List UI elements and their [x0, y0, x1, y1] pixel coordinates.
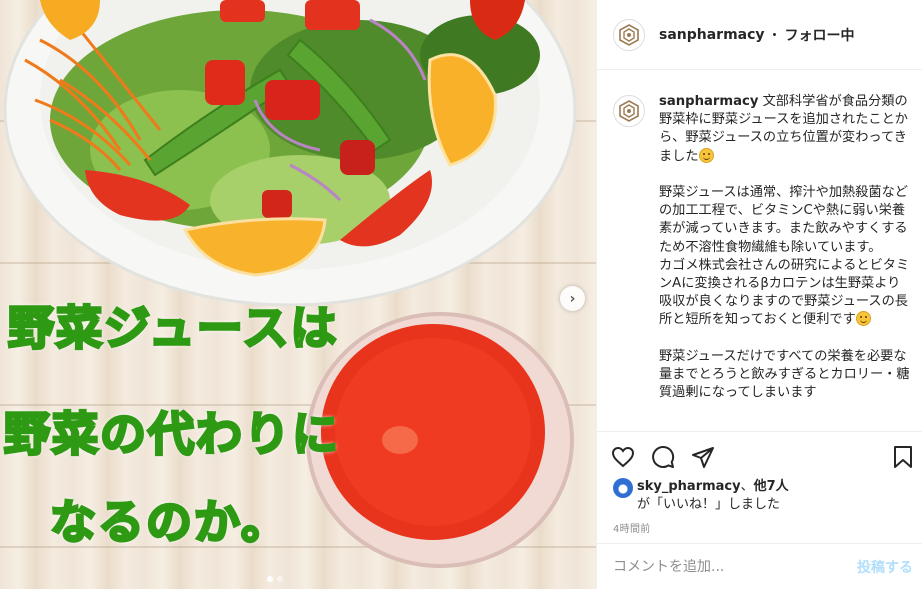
post-image[interactable]: 野菜ジュースは 野菜の代わりに なるのか。 ›: [0, 0, 596, 589]
action-bar: [597, 431, 922, 481]
comment-bar: 投稿する: [597, 543, 922, 589]
smiley-emoji-icon: [698, 147, 714, 163]
post-header: sanpharmacy ・ フォロー中: [597, 0, 922, 70]
overlay-text-line: 野菜ジュースは: [6, 300, 339, 357]
likes-suffix: が「いいね！」しました: [637, 497, 781, 512]
heart-icon[interactable]: [611, 445, 635, 469]
logo-icon: [619, 100, 639, 122]
header-separator: ・: [767, 27, 782, 44]
comment-icon[interactable]: [651, 445, 675, 469]
post-sidebar: sanpharmacy ・ フォロー中 sanpharmacy 文部科学省が食品…: [596, 0, 922, 589]
overlay-text-line: 野菜の代わりに: [3, 406, 340, 463]
comment-input[interactable]: [613, 558, 857, 575]
share-icon[interactable]: [691, 445, 715, 469]
post-timestamp[interactable]: 4時間前: [613, 520, 651, 535]
likes-line: sky_pharmacy、他7人: [637, 478, 913, 496]
caption-scroll-area[interactable]: sanpharmacy 文部科学省が食品分類の野菜枠に野菜ジュースを追加されたこ…: [597, 71, 922, 431]
caption-text: sanpharmacy 文部科学省が食品分類の野菜枠に野菜ジュースを追加されたこ…: [659, 93, 911, 402]
likes-separator: 、: [740, 479, 754, 494]
bookmark-icon[interactable]: [891, 445, 915, 469]
overlay-text-line: なるのか。: [48, 494, 290, 551]
header-username[interactable]: sanpharmacy: [659, 27, 765, 43]
avatar[interactable]: [613, 18, 645, 51]
caption-paragraph: 野菜ジュースだけですべての栄養を必要な量までとろうと飲みすぎるとカロリー・糖質過…: [659, 348, 910, 401]
likes-others-link[interactable]: 他7人: [754, 479, 789, 494]
juice-glass: [306, 312, 574, 568]
caption-username[interactable]: sanpharmacy: [659, 94, 758, 109]
following-button[interactable]: フォロー中: [785, 25, 855, 45]
post-comment-button[interactable]: 投稿する: [857, 557, 913, 577]
avatar[interactable]: [613, 95, 645, 127]
liker-avatar[interactable]: [613, 478, 633, 498]
likes-summary: sky_pharmacy、他7人 が「いいね！」しました: [613, 478, 913, 514]
liker-username[interactable]: sky_pharmacy: [637, 479, 741, 494]
caption-row: sanpharmacy 文部科学省が食品分類の野菜枠に野菜ジュースを追加されたこ…: [613, 93, 911, 402]
carousel-next-button[interactable]: ›: [560, 286, 585, 311]
carousel-dot: [267, 576, 273, 582]
carousel-indicator: [267, 576, 283, 582]
logo-icon: [619, 23, 639, 46]
carousel-dot: [277, 576, 283, 582]
chevron-right-icon: ›: [569, 290, 576, 307]
smiley-emoji-icon: [855, 311, 871, 327]
caption-paragraph: 野菜ジュースは通常、搾汁や加熱殺菌などの加工工程で、ビタミンCや熱に弱い栄養素が…: [659, 185, 910, 328]
